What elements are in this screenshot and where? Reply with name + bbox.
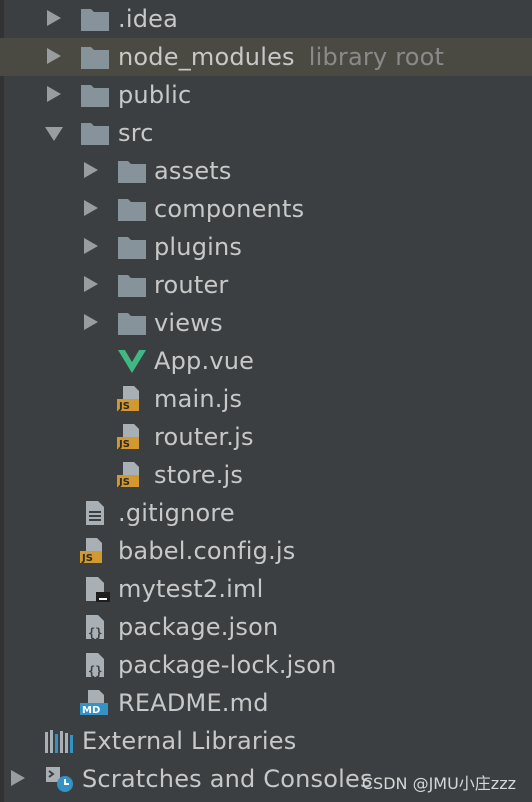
folder-icon xyxy=(118,199,146,221)
tree-item-router-js[interactable]: JS router.js xyxy=(0,418,532,456)
tree-item-package-json[interactable]: {} package.json xyxy=(0,608,532,646)
chevron-right-icon[interactable] xyxy=(47,86,61,102)
folder-icon xyxy=(118,237,146,259)
tree-item-label: .gitignore xyxy=(118,499,235,527)
library-icon xyxy=(45,730,73,753)
tree-item-src[interactable]: src xyxy=(0,114,532,152)
json-file-icon: {} xyxy=(86,653,104,678)
javascript-file-icon: JS xyxy=(117,424,139,450)
svg-text:{}: {} xyxy=(88,664,102,678)
tree-item-public[interactable]: public xyxy=(0,76,532,114)
tree-item-store-js[interactable]: JS store.js xyxy=(0,456,532,494)
folder-icon xyxy=(81,47,109,69)
scratches-icon xyxy=(46,767,73,792)
json-file-icon: {} xyxy=(86,615,104,640)
module-file-icon xyxy=(86,577,110,602)
chevron-down-icon[interactable] xyxy=(45,127,63,141)
tree-item-label: .idea xyxy=(118,5,179,33)
chevron-right-icon[interactable] xyxy=(11,770,25,786)
chevron-right-icon[interactable] xyxy=(84,162,98,178)
tree-item-label: views xyxy=(154,309,223,337)
tree-item-components[interactable]: components xyxy=(0,190,532,228)
tree-item-label: App.vue xyxy=(154,347,255,375)
folder-icon xyxy=(81,123,109,145)
js-badge: JS xyxy=(81,553,93,564)
tree-item-router[interactable]: router xyxy=(0,266,532,304)
javascript-file-icon: JS xyxy=(117,462,139,488)
tree-item-mytest2-iml[interactable]: mytest2.iml xyxy=(0,570,532,608)
js-badge: JS xyxy=(118,477,130,488)
tree-item-label: router xyxy=(154,271,229,299)
js-badge: JS xyxy=(118,439,130,450)
folder-icon xyxy=(118,313,146,335)
js-badge: JS xyxy=(118,401,130,412)
chevron-right-icon[interactable] xyxy=(47,10,61,26)
vue-file-icon xyxy=(118,350,146,373)
tree-item-gitignore[interactable]: .gitignore xyxy=(0,494,532,532)
chevron-right-icon[interactable] xyxy=(84,314,98,330)
tree-item-label: router.js xyxy=(154,423,254,451)
tree-item-node-modules[interactable]: node_modules library root xyxy=(0,38,532,76)
tree-item-label: src xyxy=(118,119,154,147)
tree-item-label: components xyxy=(154,195,305,223)
tree-item-external-libraries[interactable]: External Libraries xyxy=(0,722,532,760)
tree-item-babel-config[interactable]: JS babel.config.js xyxy=(0,532,532,570)
svg-text:{}: {} xyxy=(88,626,102,640)
tree-item-label: package-lock.json xyxy=(118,651,337,679)
tree-item-label: store.js xyxy=(154,461,244,489)
tree-item-label: assets xyxy=(154,157,232,185)
tree-item-main-js[interactable]: JS main.js xyxy=(0,380,532,418)
tree-item-readme[interactable]: MD README.md xyxy=(0,684,532,722)
library-root-hint: library root xyxy=(308,43,445,71)
watermark: CSDN @JMU小庄zzz xyxy=(361,774,516,793)
tree-item-plugins[interactable]: plugins xyxy=(0,228,532,266)
tree-item-label: plugins xyxy=(154,233,243,261)
markdown-file-icon: MD xyxy=(80,690,108,716)
tree-item-label: mytest2.iml xyxy=(118,575,264,603)
tree-item-label: External Libraries xyxy=(82,727,297,755)
folder-icon xyxy=(118,275,146,297)
tree-item-label: public xyxy=(118,81,192,109)
md-badge: MD xyxy=(82,705,100,716)
text-file-icon xyxy=(86,501,104,525)
tree-item-label: package.json xyxy=(118,613,279,641)
folder-icon xyxy=(118,161,146,183)
tree-item-views[interactable]: views xyxy=(0,304,532,342)
tree-item-package-lock-json[interactable]: {} package-lock.json xyxy=(0,646,532,684)
tree-item-label: node_modules xyxy=(118,43,295,71)
tree-item-app-vue[interactable]: App.vue xyxy=(0,342,532,380)
javascript-file-icon: JS xyxy=(80,538,102,564)
tree-item-label: main.js xyxy=(154,385,243,413)
tree-item-label-group: node_modules library root xyxy=(118,43,444,71)
folder-icon xyxy=(81,9,109,31)
tree-item-label: README.md xyxy=(118,689,269,717)
chevron-right-icon[interactable] xyxy=(84,238,98,254)
tree-item-assets[interactable]: assets xyxy=(0,152,532,190)
tree-item-label: Scratches and Consoles xyxy=(82,765,373,793)
chevron-right-icon[interactable] xyxy=(84,276,98,292)
tree-item-label: babel.config.js xyxy=(118,537,296,565)
folder-icon xyxy=(81,85,109,107)
chevron-right-icon[interactable] xyxy=(84,200,98,216)
chevron-right-icon[interactable] xyxy=(47,48,61,64)
javascript-file-icon: JS xyxy=(117,386,139,412)
tree-item-idea[interactable]: .idea xyxy=(0,0,532,38)
